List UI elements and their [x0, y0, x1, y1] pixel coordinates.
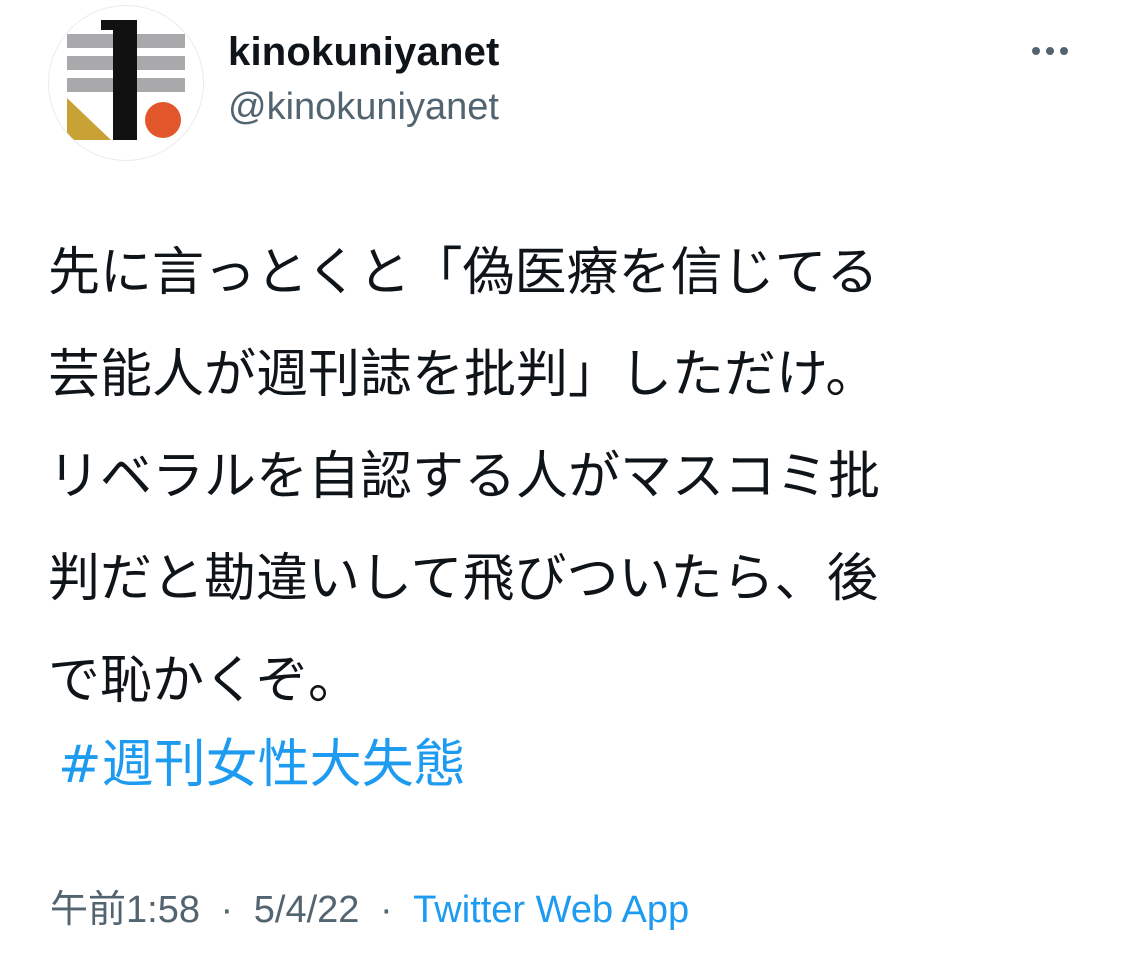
user-handle[interactable]: @kinokuniyanet	[228, 86, 499, 129]
meta-separator: ·	[220, 889, 234, 931]
display-name[interactable]: kinokuniyanet	[228, 30, 500, 75]
tweet-meta: 午前1:58 · 5/4/22 · Twitter Web App	[50, 878, 689, 933]
tweet-text: 先に言っとくと「偽医療を信じてる 芸能人が週刊誌を批判」しただけ。 リベラルを自…	[48, 222, 1088, 732]
avatar[interactable]	[48, 5, 204, 161]
kinokuniya-logo-icon	[67, 20, 185, 140]
hashtag-link[interactable]: #週刊女性大失態	[58, 722, 466, 797]
meta-separator: ·	[379, 889, 393, 931]
tweet-line: で恥かくぞ。	[48, 651, 361, 711]
tweet-line: リベラルを自認する人がマスコミ批	[48, 447, 881, 507]
tweet-source-link[interactable]: Twitter Web App	[413, 889, 689, 931]
tweet-line: 判だと勘違いして飛びついたら、後	[48, 549, 879, 609]
tweet: kinokuniyanet @kinokuniyanet 先に言っとくと「偽医療…	[0, 0, 1125, 953]
tweet-time[interactable]: 午前1:58	[50, 889, 200, 931]
tweet-date[interactable]: 5/4/22	[254, 889, 360, 931]
tweet-line: 芸能人が週刊誌を批判」しただけ。	[48, 345, 878, 405]
tweet-line: 先に言っとくと「偽医療を信じてる	[48, 243, 879, 303]
more-horizontal-icon[interactable]	[1026, 36, 1074, 66]
